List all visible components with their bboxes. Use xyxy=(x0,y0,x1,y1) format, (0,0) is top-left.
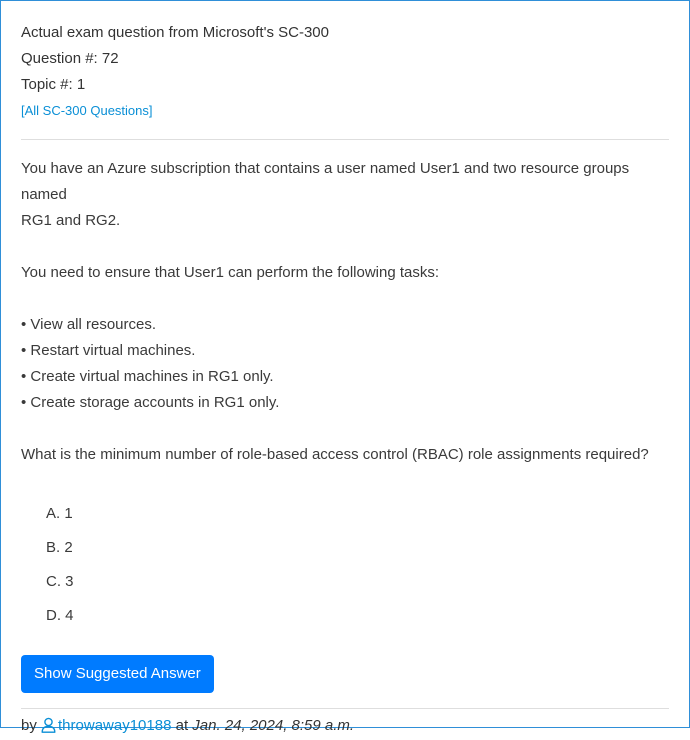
author-link[interactable]: throwaway10188 xyxy=(41,717,171,734)
answer-choices: A. 1 B. 2 C. 3 D. 4 xyxy=(21,497,669,633)
question-header: Actual exam question from Microsoft's SC… xyxy=(21,1,669,124)
question-footer: by throwaway10188 at Jan. 24, 2024, 8:59… xyxy=(21,709,669,740)
user-outline-icon xyxy=(41,717,56,740)
choice-d[interactable]: D. 4 xyxy=(46,599,669,633)
post-date: Jan. 24, 2024, 8:59 a.m. xyxy=(192,717,355,734)
task-item: • Create virtual machines in RG1 only. xyxy=(21,368,274,385)
question-requirement: You need to ensure that User1 can perfor… xyxy=(21,264,440,281)
choice-b[interactable]: B. 2 xyxy=(46,531,669,565)
question-number: Question #: 72 xyxy=(21,50,119,67)
task-item: • View all resources. xyxy=(21,316,157,333)
question-intro-line1: You have an Azure subscription that cont… xyxy=(21,160,630,203)
choice-c[interactable]: C. 3 xyxy=(46,565,669,599)
question-prompt: What is the minimum number of role-based… xyxy=(21,446,649,463)
choice-a[interactable]: A. 1 xyxy=(46,497,669,531)
question-card: Actual exam question from Microsoft's SC… xyxy=(0,0,690,734)
question-intro-line2: RG1 and RG2. xyxy=(21,212,121,229)
exam-title: Actual exam question from Microsoft's SC… xyxy=(21,24,329,41)
author-username: throwaway10188 xyxy=(58,717,172,734)
task-list: • View all resources. • Restart virtual … xyxy=(21,312,669,416)
topic-number: Topic #: 1 xyxy=(21,76,86,93)
task-item: • Create storage accounts in RG1 only. xyxy=(21,394,280,411)
all-questions-link[interactable]: [All SC-300 Questions] xyxy=(21,98,153,124)
question-body: You have an Azure subscription that cont… xyxy=(21,140,669,468)
task-item: • Restart virtual machines. xyxy=(21,342,196,359)
footer-by: by xyxy=(21,717,37,734)
question-intro: You have an Azure subscription that cont… xyxy=(21,156,669,234)
footer-at: at xyxy=(175,717,189,734)
show-suggested-answer-button[interactable]: Show Suggested Answer xyxy=(21,655,214,693)
